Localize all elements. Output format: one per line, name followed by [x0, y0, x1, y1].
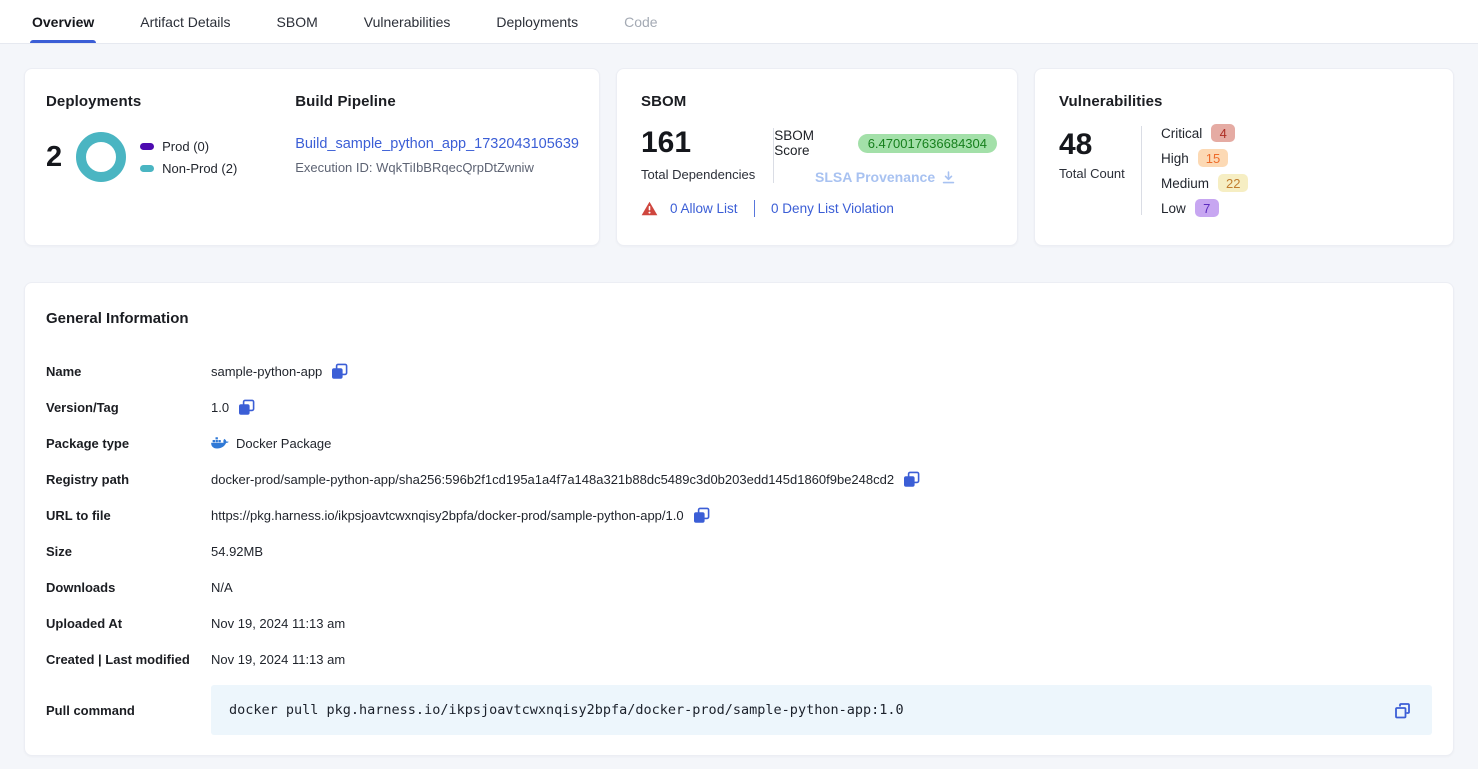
deployments-total-count: 2: [46, 141, 62, 174]
build-pipeline-title: Build Pipeline: [295, 93, 579, 110]
slsa-provenance-label: SLSA Provenance: [815, 169, 935, 185]
row-registry-path: Registry path docker-prod/sample-python-…: [46, 461, 1432, 497]
nonprod-swatch: [140, 165, 154, 172]
docker-icon: [211, 436, 229, 450]
row-name: Name sample-python-app: [46, 353, 1432, 389]
summary-cards-row: Deployments 2 Prod (0) Non-Prod (2): [24, 68, 1454, 246]
copy-version-button[interactable]: [238, 399, 255, 416]
vulnerabilities-body: 48 Total Count Critical 4 High 15 Medium: [1059, 124, 1433, 217]
slsa-provenance-link[interactable]: SLSA Provenance: [815, 169, 956, 185]
critical-count-badge: 4: [1211, 124, 1235, 142]
vulnerabilities-total-block: 48 Total Count: [1059, 124, 1141, 217]
high-count-badge: 15: [1198, 149, 1228, 167]
severity-list: Critical 4 High 15 Medium 22 Low 7: [1161, 124, 1248, 217]
tab-overview-label: Overview: [32, 14, 94, 30]
url-to-file-value: https://pkg.harness.io/ikpsjoavtcwxnqisy…: [211, 508, 684, 523]
sbom-total-count: 161: [641, 126, 755, 161]
nonprod-label: Non-Prod (2): [162, 161, 237, 176]
pipeline-link[interactable]: Build_sample_python_app_1732043105639: [295, 136, 579, 152]
general-information-card: General Information Name sample-python-a…: [24, 282, 1454, 756]
created-modified-value: Nov 19, 2024 11:13 am: [211, 652, 345, 667]
download-icon: [941, 170, 956, 185]
sbom-policy-links: 0 Allow List 0 Deny List Violation: [641, 200, 997, 217]
vulnerabilities-title: Vulnerabilities: [1059, 93, 1433, 110]
vulnerabilities-divider: [1141, 126, 1142, 215]
sbom-total-label: Total Dependencies: [641, 167, 755, 182]
legend-item-prod: Prod (0): [140, 139, 237, 154]
sbom-score-label: SBOM Score: [774, 128, 849, 158]
warning-icon: [641, 201, 658, 216]
copy-name-button[interactable]: [331, 363, 348, 380]
low-label: Low: [1161, 201, 1186, 216]
tab-vulnerabilities[interactable]: Vulnerabilities: [364, 0, 451, 43]
pull-command-box: docker pull pkg.harness.io/ikpsjoavtcwxn…: [211, 685, 1432, 735]
tab-bar: Overview Artifact Details SBOM Vulnerabi…: [0, 0, 1478, 44]
tab-deployments[interactable]: Deployments: [496, 0, 578, 43]
allow-list-link[interactable]: 0 Allow List: [670, 201, 738, 216]
sbom-title: SBOM: [641, 93, 997, 110]
row-uploaded-at: Uploaded At Nov 19, 2024 11:13 am: [46, 605, 1432, 641]
row-pull-command: Pull command docker pull pkg.harness.io/…: [46, 685, 1432, 735]
copy-registry-path-button[interactable]: [903, 471, 920, 488]
sbom-total-block: 161 Total Dependencies: [641, 126, 755, 185]
pull-command-text: docker pull pkg.harness.io/ikpsjoavtcwxn…: [229, 702, 1393, 718]
vulnerabilities-total-count: 48: [1059, 128, 1141, 161]
sbom-score-block: SBOM Score 6.470017636684304 SLSA Proven…: [774, 126, 997, 185]
deployments-donut-chart: [76, 132, 126, 182]
sbom-score-badge: 6.470017636684304: [858, 134, 997, 153]
downloads-value: N/A: [211, 580, 233, 595]
deployments-body: 2 Prod (0) Non-Prod (2): [46, 132, 295, 182]
sbom-card: SBOM 161 Total Dependencies SBOM Score 6…: [616, 68, 1018, 246]
sbom-body: 161 Total Dependencies SBOM Score 6.4700…: [641, 126, 997, 185]
prod-swatch: [140, 143, 154, 150]
vulnerabilities-card: Vulnerabilities 48 Total Count Critical …: [1034, 68, 1454, 246]
registry-path-value: docker-prod/sample-python-app/sha256:596…: [211, 472, 894, 487]
medium-count-badge: 22: [1218, 174, 1248, 192]
row-downloads: Downloads N/A: [46, 569, 1432, 605]
uploaded-at-value: Nov 19, 2024 11:13 am: [211, 616, 345, 631]
active-tab-underline: [30, 40, 96, 43]
deployments-card: Deployments 2 Prod (0) Non-Prod (2): [24, 68, 600, 246]
page-content: Deployments 2 Prod (0) Non-Prod (2): [0, 44, 1478, 769]
row-url-to-file: URL to file https://pkg.harness.io/ikpsj…: [46, 497, 1432, 533]
severity-row-medium: Medium 22: [1161, 174, 1248, 192]
copy-pull-command-button[interactable]: [1393, 701, 1412, 720]
prod-label: Prod (0): [162, 139, 209, 154]
tab-code: Code: [624, 0, 657, 43]
severity-row-high: High 15: [1161, 149, 1248, 167]
build-pipeline-section: Build Pipeline Build_sample_python_app_1…: [295, 93, 579, 225]
critical-label: Critical: [1161, 126, 1202, 141]
severity-row-critical: Critical 4: [1161, 124, 1248, 142]
tab-overview[interactable]: Overview: [32, 0, 94, 43]
tab-artifact-details[interactable]: Artifact Details: [140, 0, 230, 43]
version-tag-value: 1.0: [211, 400, 229, 415]
low-count-badge: 7: [1195, 199, 1219, 217]
deployments-title: Deployments: [46, 93, 295, 110]
package-type-value: Docker Package: [236, 436, 331, 451]
vulnerabilities-total-label: Total Count: [1059, 166, 1141, 181]
row-version-tag: Version/Tag 1.0: [46, 389, 1432, 425]
artifact-name-value: sample-python-app: [211, 364, 322, 379]
link-separator: [754, 200, 756, 217]
size-value: 54.92MB: [211, 544, 263, 559]
severity-row-low: Low 7: [1161, 199, 1248, 217]
execution-id: Execution ID: WqkTiIbBRqecQrpDtZwniw: [295, 160, 579, 175]
row-created-modified: Created | Last modified Nov 19, 2024 11:…: [46, 641, 1432, 677]
deny-list-link[interactable]: 0 Deny List Violation: [771, 201, 894, 216]
high-label: High: [1161, 151, 1189, 166]
legend-item-nonprod: Non-Prod (2): [140, 161, 237, 176]
general-information-title: General Information: [46, 310, 1432, 327]
row-package-type: Package type Docker Package: [46, 425, 1432, 461]
sbom-score-row: SBOM Score 6.470017636684304: [774, 128, 997, 158]
deployments-legend: Prod (0) Non-Prod (2): [140, 139, 237, 176]
copy-url-button[interactable]: [693, 507, 710, 524]
medium-label: Medium: [1161, 176, 1209, 191]
deployments-section: Deployments 2 Prod (0) Non-Prod (2): [46, 93, 295, 225]
tab-sbom[interactable]: SBOM: [277, 0, 318, 43]
row-size: Size 54.92MB: [46, 533, 1432, 569]
